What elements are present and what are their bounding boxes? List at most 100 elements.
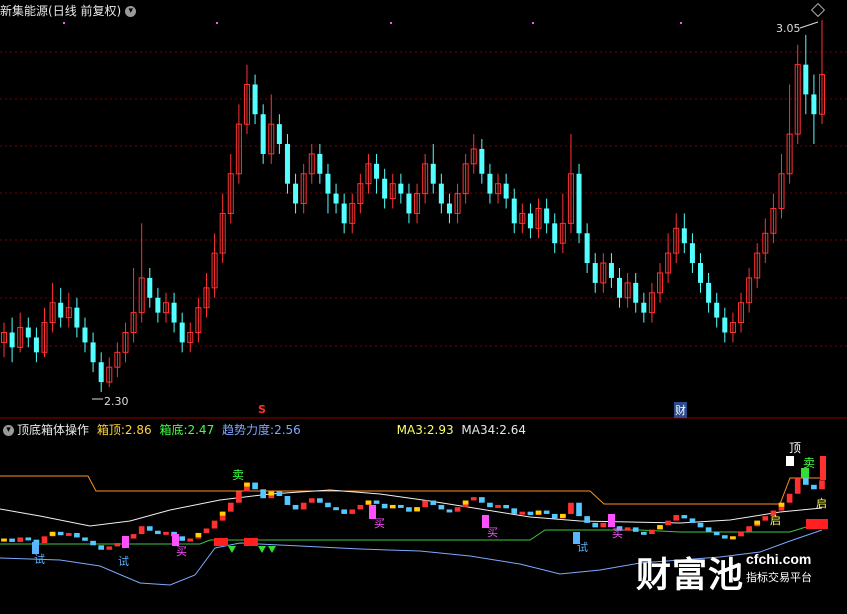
indicator-candle — [357, 504, 364, 510]
indicator-candle-cap — [657, 525, 663, 530]
indicator-candle — [130, 534, 137, 539]
candle-body — [98, 362, 104, 383]
indicator-candle — [398, 504, 404, 508]
candle-body — [9, 332, 15, 348]
candle-body — [58, 302, 64, 318]
indicator-candle — [495, 504, 501, 508]
indicator-candle — [9, 538, 15, 542]
candle-body — [252, 84, 258, 115]
indicator-candle — [284, 496, 291, 505]
indicator-candle — [640, 531, 647, 535]
indicator-candle — [155, 530, 161, 535]
top-marker — [63, 22, 65, 24]
candle-body — [544, 208, 550, 224]
indicator-candle — [146, 526, 153, 531]
indicator-candle — [738, 531, 744, 537]
indicator-candle — [300, 502, 307, 510]
indicator-candle — [446, 509, 453, 513]
high-price-label: 3.05 — [776, 22, 801, 35]
candle-body — [260, 114, 266, 154]
indicator-candle — [689, 518, 696, 523]
candle-body — [592, 263, 598, 283]
indicator-candle — [317, 498, 323, 503]
candle-body — [503, 183, 509, 199]
candle-body — [584, 233, 590, 264]
indicator-candle-cap — [559, 513, 566, 518]
candle-body — [147, 277, 153, 298]
indicator-candle — [519, 511, 526, 515]
s-marker[interactable]: S — [258, 403, 266, 416]
indicator-candle-cap — [195, 532, 202, 537]
indicator-candle — [82, 537, 88, 541]
hold-signal: 启 — [770, 514, 781, 527]
buy-signal: 买 — [176, 545, 187, 558]
indicator-candle — [187, 538, 194, 542]
main-candlesticks — [0, 20, 826, 400]
main-pane-header: 新集能源(日线 前复权) ▾ — [0, 2, 137, 19]
candle-body — [633, 282, 639, 303]
candle-body — [82, 327, 88, 343]
candle-body — [576, 173, 582, 234]
indicator-candle — [325, 502, 331, 508]
indicator-candle — [697, 522, 704, 528]
indicator-candle — [673, 515, 680, 521]
period-label: (日线 前复权) — [48, 4, 122, 18]
indicator-candle — [592, 522, 599, 528]
indicator-candle — [90, 540, 96, 546]
buy-signal-4: 买 — [612, 527, 623, 540]
ma3-label: MA3: — [396, 423, 427, 437]
indicator-candle — [786, 493, 793, 503]
buy-signal-2: 买 — [374, 517, 385, 530]
indicator-candle — [624, 527, 631, 531]
candle-body — [398, 183, 404, 194]
indicator-candle-cap — [778, 502, 785, 507]
candle-body — [803, 64, 809, 95]
indicator-signals — [32, 456, 828, 554]
candle-body — [333, 193, 339, 204]
candle-body — [706, 282, 712, 303]
candle-body — [25, 327, 31, 338]
chevron-down-icon[interactable]: ▾ — [3, 425, 14, 436]
candle-body — [155, 297, 161, 313]
finance-marker[interactable]: 财 — [674, 402, 687, 418]
indicator-candle — [236, 491, 242, 503]
indicator-candle — [479, 497, 485, 503]
indicator-candle — [41, 536, 48, 544]
indicator-candle — [227, 502, 234, 512]
indicator-candle — [25, 537, 32, 541]
candle-body — [714, 302, 720, 318]
top-marker — [680, 22, 682, 24]
indicator-candle — [705, 527, 712, 532]
ma34-label: MA34: — [461, 423, 500, 437]
indicator-candle — [163, 531, 169, 535]
indicator-candle-cap — [219, 511, 226, 516]
indicator-candle — [333, 507, 339, 511]
indicator-name: 顶底箱体操作 — [17, 423, 90, 437]
candle-body — [641, 302, 647, 313]
trend-value: 2.56 — [274, 423, 301, 437]
signal-block — [806, 519, 828, 529]
sell-signal: 卖 — [232, 468, 245, 482]
indicator-candle — [470, 497, 477, 501]
candle-body — [74, 307, 80, 328]
indicator-candle — [422, 500, 428, 508]
chevron-down-icon[interactable]: ▾ — [125, 6, 137, 17]
indicator-candle — [632, 527, 639, 532]
chart-canvas[interactable] — [0, 0, 847, 610]
ma34-value: 2.64 — [499, 423, 527, 437]
indicator-candle — [308, 498, 315, 503]
box-top-value: 2.86 — [124, 423, 152, 437]
signal-block — [214, 538, 228, 546]
candle-body — [317, 153, 323, 174]
indicator-candle-cap — [730, 536, 736, 540]
indicator-candle — [138, 526, 145, 535]
indicator-candle — [811, 484, 817, 490]
main-price-grid — [0, 22, 847, 347]
indicator-candle — [98, 545, 105, 550]
signal-block — [244, 538, 258, 546]
indicator-candle — [454, 507, 461, 512]
candle-body — [171, 302, 177, 323]
box-bottom-value: 2.47 — [187, 423, 215, 437]
candle-body — [325, 173, 331, 194]
candle-body — [90, 342, 96, 363]
